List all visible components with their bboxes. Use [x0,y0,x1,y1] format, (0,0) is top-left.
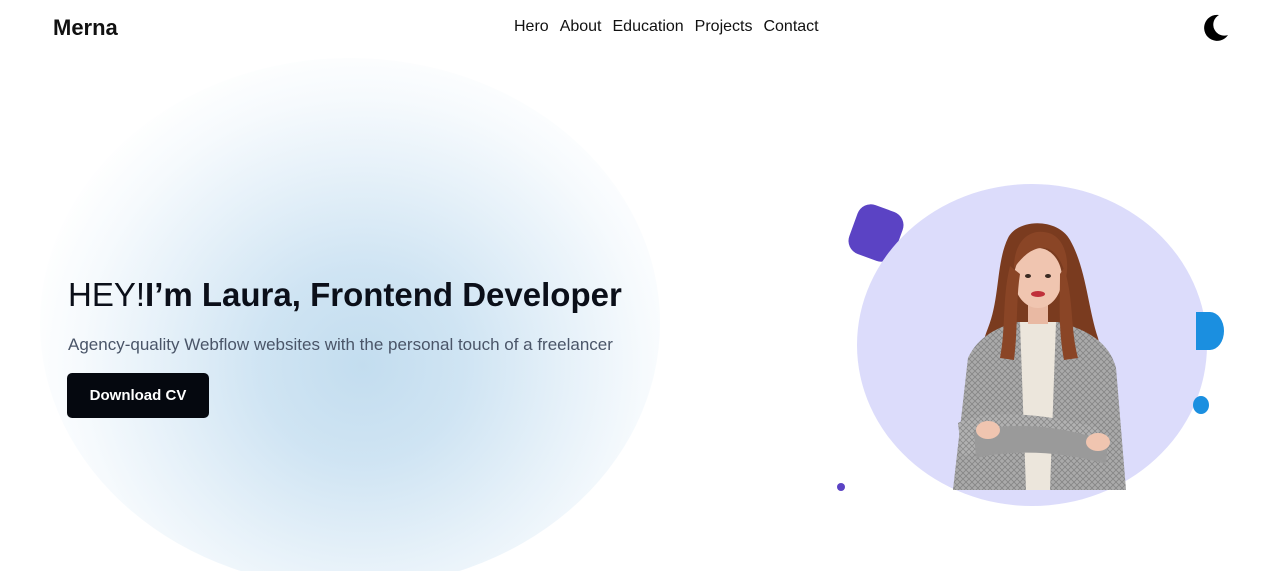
page: Merna Hero About Education Projects Cont… [0,0,1280,571]
hero-headline: I’m Laura, Frontend Developer [145,276,622,313]
hero-greeting: HEY! [68,276,146,313]
decorative-purple-dot [837,483,845,491]
nav-item-hero[interactable]: Hero [514,18,549,36]
hero-subtitle: Agency-quality Webflow websites with the… [68,335,613,354]
nav-item-education[interactable]: Education [613,18,684,36]
nav-item-projects[interactable]: Projects [695,18,753,36]
download-cv-button[interactable]: Download CV [67,373,209,418]
profile-photo [953,223,1126,490]
moon-icon [1204,14,1228,41]
main-nav: Hero About Education Projects Contact [514,18,819,36]
site-logo[interactable]: Merna [53,15,118,41]
decorative-blue-shape [1196,312,1224,350]
hero-background-glow [40,58,660,571]
hero-title: HEY!I’m Laura, Frontend Developer [68,276,622,314]
theme-toggle-button[interactable] [1199,12,1231,44]
nav-item-contact[interactable]: Contact [763,18,818,36]
nav-item-about[interactable]: About [560,18,602,36]
decorative-blue-dot [1193,396,1209,414]
